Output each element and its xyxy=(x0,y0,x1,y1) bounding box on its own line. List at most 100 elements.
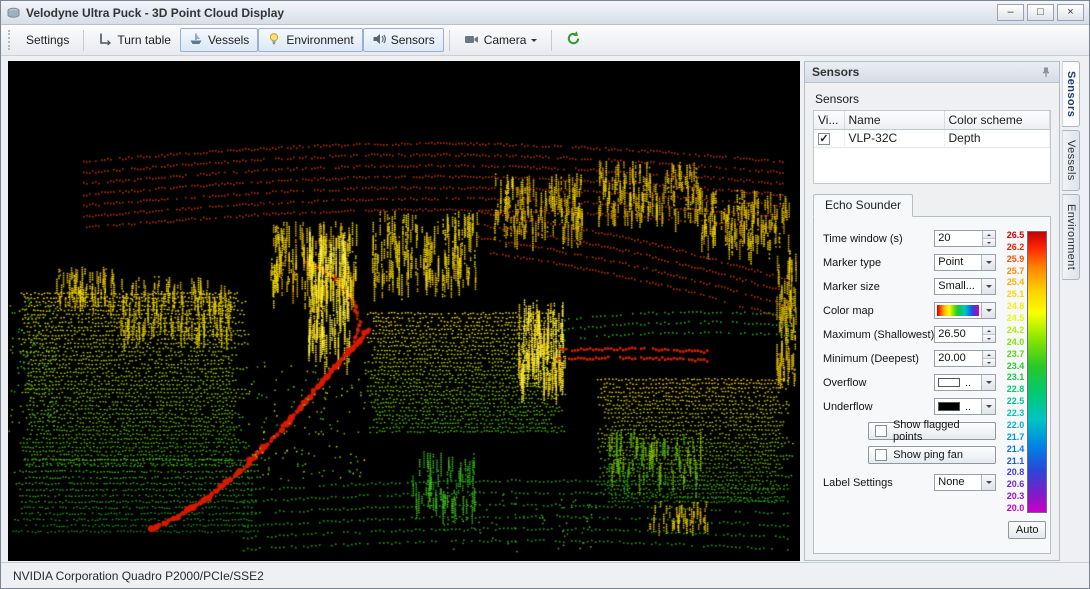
marker-type-value: Point xyxy=(935,255,981,270)
colorbar-label: 25.7 xyxy=(1007,267,1025,276)
side-tab-environment[interactable]: Environment xyxy=(1062,194,1080,280)
chevron-down-icon xyxy=(986,309,992,315)
marker-size-dropdown-button[interactable] xyxy=(981,279,995,294)
environment-icon xyxy=(267,32,281,49)
time-window-spin-up[interactable] xyxy=(983,231,995,238)
chevron-down-icon xyxy=(986,405,992,411)
time-window-spin-buttons xyxy=(982,231,995,246)
maximize-button[interactable]: □ xyxy=(1027,4,1054,21)
toolbar-button-settings[interactable]: Settings xyxy=(17,28,78,52)
colorbar-label: 25.1 xyxy=(1007,290,1025,299)
show-flagged-points-checkbox[interactable] xyxy=(875,425,887,437)
field-row-label-settings: Label SettingsNone xyxy=(823,474,996,491)
field-row-maximum-shallowest: Maximum (Shallowest)26.50 xyxy=(823,326,996,343)
minimum-deepest-spin-down[interactable] xyxy=(983,358,995,366)
show-ping-fan-checkbox[interactable] xyxy=(875,449,887,461)
marker-type-dropdown-button[interactable] xyxy=(981,255,995,270)
sensors-panel-body: Sensors Vi...NameColor scheme ✓VLP-32CDe… xyxy=(805,83,1059,560)
toolbar-button-label: Environment xyxy=(286,33,353,47)
title-bar[interactable]: Velodyne Ultra Puck - 3D Point Cloud Dis… xyxy=(1,1,1089,25)
colorbar-label: 21.4 xyxy=(1007,445,1025,454)
colorbar-label: 22.8 xyxy=(1007,385,1025,394)
underflow-dropdown[interactable]: .. xyxy=(934,398,996,415)
maximum-shallowest-spinner[interactable]: 26.50 xyxy=(934,326,996,343)
close-button[interactable]: × xyxy=(1057,4,1084,21)
marker-type-dropdown[interactable]: Point xyxy=(934,254,996,271)
label-settings-dropdown-button[interactable] xyxy=(981,475,995,490)
colorbar-label: 25.9 xyxy=(1007,255,1025,264)
maximum-shallowest-label: Maximum (Shallowest) xyxy=(823,329,934,341)
colorbar-label: 24.8 xyxy=(1007,302,1025,311)
colorbar-label: 24.0 xyxy=(1007,338,1025,347)
toolbar-button-environment[interactable]: Environment xyxy=(258,28,362,52)
toolbar-button-vessels[interactable]: Vessels xyxy=(180,28,258,52)
label-settings-dropdown[interactable]: None xyxy=(934,474,996,491)
colorbar-label: 21.1 xyxy=(1007,457,1025,466)
show-ping-fan-button[interactable]: Show ping fan xyxy=(868,446,996,464)
minimum-deepest-spinner[interactable]: 20.00 xyxy=(934,350,996,367)
underflow-dropdown-button[interactable] xyxy=(981,399,995,414)
arrow-up-icon xyxy=(987,328,991,332)
status-text: NVIDIA Corporation Quadro P2000/PCIe/SSE… xyxy=(13,569,264,583)
sensors-icon xyxy=(372,32,386,49)
show-flagged-points-button[interactable]: Show flagged points xyxy=(868,422,996,440)
minimum-deepest-spin-up[interactable] xyxy=(983,351,995,358)
column-header-0[interactable]: Vi... xyxy=(814,111,844,129)
maximum-shallowest-spin-buttons xyxy=(982,327,995,342)
colorbar-label: 21.7 xyxy=(1007,433,1025,442)
color-scheme-cell: Depth xyxy=(944,129,1050,147)
toolbar-button-camera[interactable]: Camera xyxy=(455,28,547,52)
colorbar-label: 26.2 xyxy=(1007,243,1025,252)
colorbar-label: 20.0 xyxy=(1007,504,1025,513)
pin-icon[interactable] xyxy=(1040,66,1052,78)
auto-button[interactable]: Auto xyxy=(1008,521,1046,539)
overflow-dropdown[interactable]: .. xyxy=(934,374,996,391)
colorbar-label: 20.8 xyxy=(1007,468,1025,477)
colorbar-label: 26.5 xyxy=(1007,231,1025,240)
time-window-spinner[interactable]: 20 xyxy=(934,230,996,247)
echo-sounder-content: Time window (s)20Marker typePointMarker … xyxy=(813,216,1051,554)
toolbar-button-turn-table[interactable]: Turn table xyxy=(89,28,180,52)
arrow-up-icon xyxy=(987,232,991,236)
overflow-label: Overflow xyxy=(823,377,934,389)
turn-table-icon xyxy=(98,32,112,49)
label-settings-value: None xyxy=(935,475,981,490)
panel-title: Sensors xyxy=(812,65,859,79)
field-row-time-window: Time window (s)20 xyxy=(823,230,996,247)
overflow-color-swatch xyxy=(938,378,960,387)
time-window-spin-down[interactable] xyxy=(983,238,995,246)
maximum-shallowest-spin-up[interactable] xyxy=(983,327,995,334)
color-map-dropdown-button[interactable] xyxy=(981,303,995,318)
colorbar-gradient xyxy=(1027,231,1047,513)
maximum-shallowest-spin-down[interactable] xyxy=(983,334,995,342)
toolbar-button-sensors[interactable]: Sensors xyxy=(363,28,444,52)
point-cloud-canvas[interactable] xyxy=(8,61,800,561)
visible-checkbox[interactable]: ✓ xyxy=(818,133,830,145)
sensor-row[interactable]: ✓VLP-32CDepth xyxy=(814,129,1050,147)
side-tab-sensors[interactable]: Sensors xyxy=(1062,61,1080,127)
colorbar-label: 24.2 xyxy=(1007,326,1025,335)
chevron-down-icon xyxy=(986,261,992,267)
column-header-2[interactable]: Color scheme xyxy=(944,111,1050,129)
marker-size-label: Marker size xyxy=(823,281,934,293)
toolbar-button-refresh[interactable] xyxy=(557,28,590,52)
side-tab-vessels[interactable]: Vessels xyxy=(1062,130,1080,191)
colorbar-label: 23.7 xyxy=(1007,350,1025,359)
colorbar-label: 22.0 xyxy=(1007,421,1025,430)
time-window-value: 20 xyxy=(935,231,982,246)
sensors-panel-header: Sensors xyxy=(805,62,1059,83)
field-row-underflow: Underflow.. xyxy=(823,398,996,415)
label-settings-label: Label Settings xyxy=(823,477,934,489)
toolbar-button-label: Vessels xyxy=(208,33,249,47)
arrow-up-icon xyxy=(987,352,991,356)
minimize-button[interactable]: – xyxy=(997,4,1024,21)
column-header-1[interactable]: Name xyxy=(844,111,944,129)
color-map-dropdown[interactable] xyxy=(934,302,996,319)
overflow-dropdown-button[interactable] xyxy=(981,375,995,390)
app-window: Velodyne Ultra Puck - 3D Point Cloud Dis… xyxy=(0,0,1090,589)
tab-echo-sounder[interactable]: Echo Sounder xyxy=(813,194,913,217)
colorbar-label: 20.6 xyxy=(1007,480,1025,489)
chevron-down-icon xyxy=(986,285,992,291)
colormap-preview xyxy=(937,305,979,316)
marker-size-dropdown[interactable]: Small... xyxy=(934,278,996,295)
